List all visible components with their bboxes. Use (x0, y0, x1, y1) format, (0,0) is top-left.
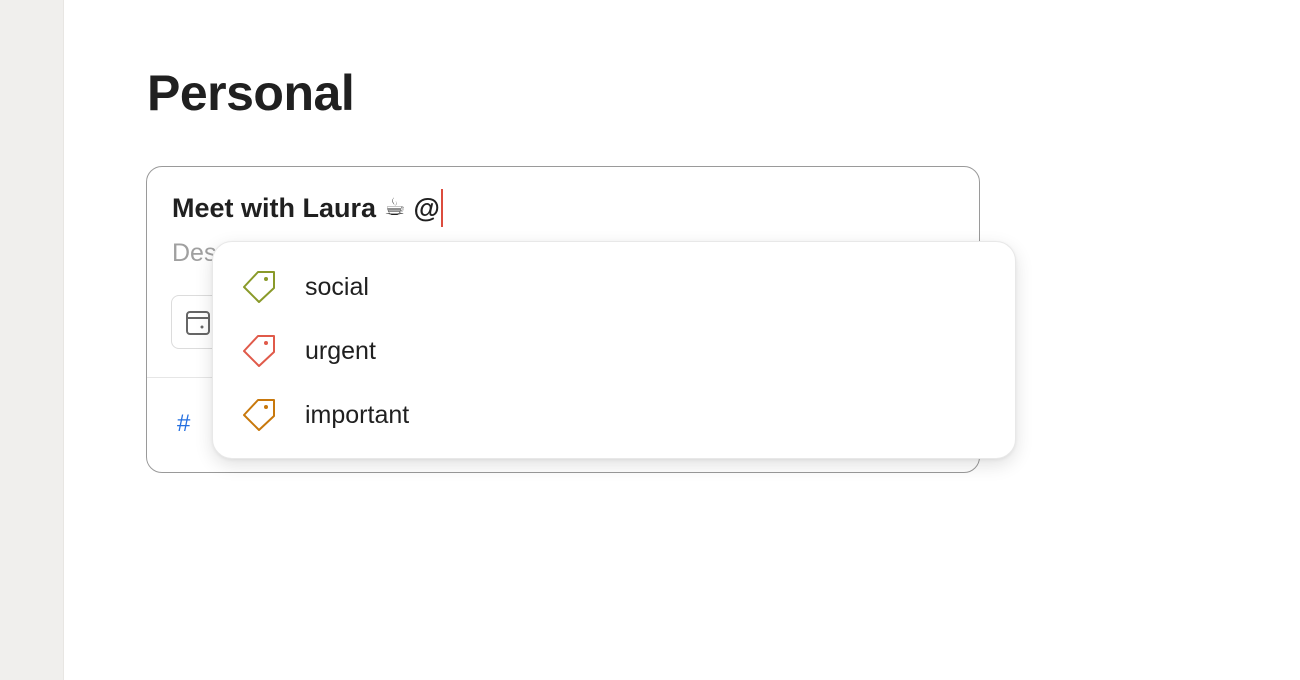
label-option-important[interactable]: important (213, 387, 1015, 443)
tag-icon (243, 399, 275, 431)
label-option-text: important (305, 400, 410, 429)
label-option-text: urgent (305, 336, 376, 365)
project-hash-icon[interactable]: # (177, 410, 190, 438)
calendar-icon (186, 311, 210, 335)
mention-trigger: @ (413, 192, 440, 223)
coffee-emoji: ☕ (384, 194, 406, 221)
label-option-urgent[interactable]: urgent (213, 323, 1015, 379)
label-option-social[interactable]: social (213, 259, 1015, 315)
task-name-text: Meet with Laura (172, 192, 377, 223)
page-title: Personal (147, 65, 355, 121)
text-caret (440, 189, 443, 227)
tag-icon (243, 271, 275, 303)
label-suggestion-dropdown: social urgent important (212, 241, 1016, 459)
label-option-text: social (305, 272, 369, 301)
tag-icon (243, 335, 275, 367)
task-name-input[interactable]: Meet with Laura ☕ @ (172, 189, 443, 227)
sidebar-strip (0, 0, 64, 680)
